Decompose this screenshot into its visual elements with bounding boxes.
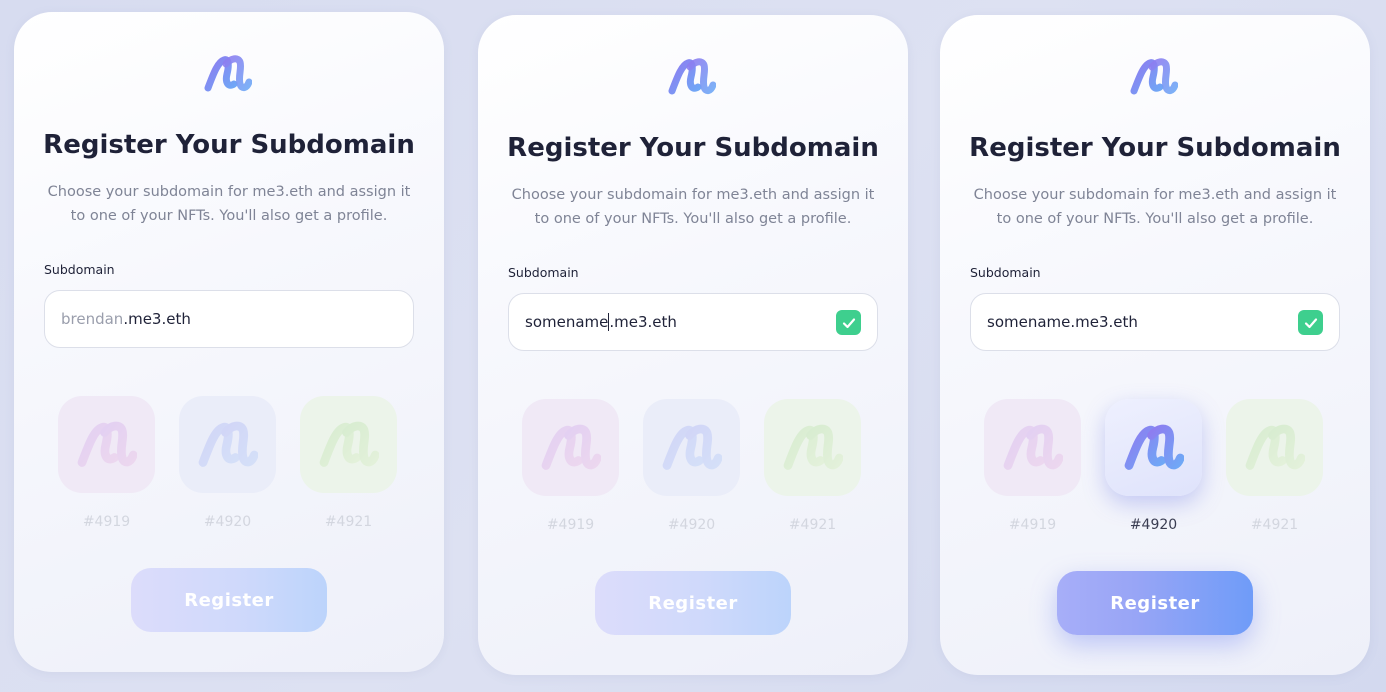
nft-picker: #4919 #4920 #4921 — [984, 399, 1326, 549]
me3-logo-icon — [1245, 424, 1305, 470]
nft-label: #4921 — [324, 514, 373, 530]
subdomain-label: Subdomain — [44, 262, 115, 277]
subdomain-suffix: .me3.eth — [609, 313, 677, 331]
me3-logo-icon — [1003, 424, 1063, 470]
nft-label: #4919 — [1008, 517, 1057, 533]
register-button[interactable]: Register — [595, 571, 791, 635]
nft-option[interactable]: #4919 — [522, 399, 619, 549]
nft-label: #4919 — [82, 514, 131, 530]
page-subtitle: Choose your subdomain for me3.eth and as… — [511, 187, 875, 227]
me3-logo-icon — [662, 424, 722, 470]
nft-label: #4920 — [203, 514, 252, 530]
nft-option[interactable]: #4921 — [300, 396, 397, 546]
nft-picker: #4919 #4920 #4921 — [58, 396, 400, 546]
register-button[interactable]: Register — [1057, 571, 1253, 635]
nft-option-selected[interactable]: #4920 — [1105, 399, 1202, 549]
nft-label: #4920 — [667, 517, 716, 533]
subdomain-typed: somename — [525, 313, 609, 331]
nft-thumbnail — [643, 399, 740, 496]
nft-label: #4919 — [546, 517, 595, 533]
me3-logo-icon — [319, 421, 379, 467]
subdomain-label: Subdomain — [508, 265, 579, 280]
nft-option[interactable]: #4921 — [764, 399, 861, 549]
subdomain-suffix: .me3.eth — [1070, 313, 1138, 331]
subdomain-suffix: .me3.eth — [123, 310, 191, 328]
me3-logo-icon — [204, 54, 252, 94]
me3-logo-icon — [783, 424, 843, 470]
register-card-1: Register Your Subdomain Choose your subd… — [14, 12, 444, 672]
me3-logo-icon — [198, 421, 258, 467]
me3-logo-icon — [668, 57, 716, 97]
page-title: Register Your Subdomain — [507, 133, 879, 163]
page-title: Register Your Subdomain — [969, 133, 1341, 163]
subdomain-input[interactable]: brendan .me3.eth — [44, 290, 414, 348]
nft-thumbnail — [1226, 399, 1323, 496]
nft-thumbnail — [179, 396, 276, 493]
nft-label: #4921 — [1250, 517, 1299, 533]
nft-label: #4921 — [788, 517, 837, 533]
page-subtitle: Choose your subdomain for me3.eth and as… — [47, 184, 411, 224]
nft-option[interactable]: #4920 — [179, 396, 276, 546]
nft-thumbnail — [58, 396, 155, 493]
nft-option[interactable]: #4920 — [643, 399, 740, 549]
register-card-2: Register Your Subdomain Choose your subd… — [478, 15, 908, 675]
me3-logo-icon — [1130, 57, 1178, 97]
subdomain-placeholder: brendan — [61, 310, 124, 328]
nft-thumbnail — [522, 399, 619, 496]
nft-label: #4920 — [1129, 517, 1178, 533]
nft-option[interactable]: #4919 — [58, 396, 155, 546]
page-subtitle: Choose your subdomain for me3.eth and as… — [973, 187, 1337, 227]
checkmark-icon — [1298, 310, 1323, 335]
nft-thumbnail — [764, 399, 861, 496]
subdomain-label: Subdomain — [970, 265, 1041, 280]
nft-thumbnail — [1105, 399, 1202, 496]
checkmark-icon — [836, 310, 861, 335]
nft-picker: #4919 #4920 #4921 — [522, 399, 864, 549]
nft-option[interactable]: #4919 — [984, 399, 1081, 549]
nft-thumbnail — [984, 399, 1081, 496]
nft-thumbnail — [300, 396, 397, 493]
register-button[interactable]: Register — [131, 568, 327, 632]
nft-option[interactable]: #4921 — [1226, 399, 1323, 549]
page-title: Register Your Subdomain — [43, 130, 415, 160]
me3-logo-icon — [77, 421, 137, 467]
subdomain-typed: somename — [987, 313, 1071, 331]
register-card-3: Register Your Subdomain Choose your subd… — [940, 15, 1370, 675]
me3-logo-icon — [1124, 424, 1184, 470]
subdomain-input[interactable]: somename .me3.eth — [970, 293, 1340, 351]
subdomain-input[interactable]: somename .me3.eth — [508, 293, 878, 351]
me3-logo-icon — [541, 424, 601, 470]
